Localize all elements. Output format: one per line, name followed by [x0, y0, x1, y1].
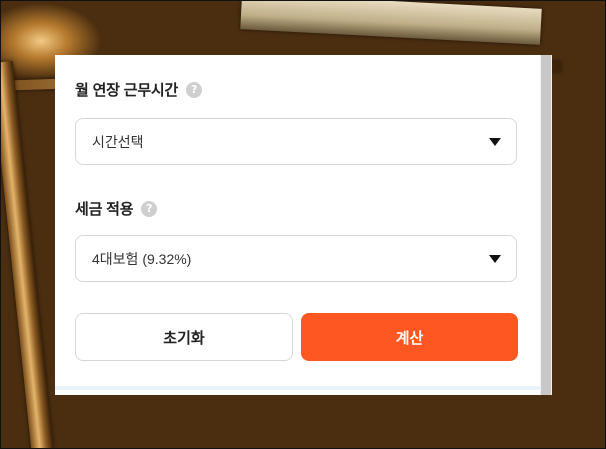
reset-button[interactable]: 초기화	[75, 313, 293, 361]
abacus-rod	[1, 60, 54, 448]
card-bottom-edge	[55, 386, 540, 390]
overtime-label: 월 연장 근무시간	[75, 82, 179, 99]
tax-type-value: 4대보험 (9.32%)	[92, 250, 192, 267]
screenshot-frame: 월 연장 근무시간 ? 시간선택 세금 적용 ? 4대보험 (9.32%) 초기…	[0, 0, 606, 449]
scrollbar-thumb[interactable]	[541, 55, 551, 395]
overtime-hours-value: 시간선택	[92, 133, 144, 150]
tax-label: 세금 적용	[75, 201, 134, 218]
help-question-icon[interactable]: ?	[186, 81, 203, 98]
abacus-frame-bar	[240, 1, 542, 45]
overtime-hours-select[interactable]: 시간선택	[75, 118, 517, 165]
help-question-icon[interactable]: ?	[141, 200, 158, 217]
calculate-button[interactable]: 계산	[301, 313, 518, 361]
caret-down-icon	[489, 137, 501, 146]
tax-label-row: 세금 적용 ?	[75, 198, 158, 219]
calculator-card: 월 연장 근무시간 ? 시간선택 세금 적용 ? 4대보험 (9.32%) 초기…	[55, 55, 540, 395]
caret-down-icon	[489, 254, 501, 263]
overtime-label-row: 월 연장 근무시간 ?	[75, 79, 203, 100]
vertical-scrollbar[interactable]	[540, 55, 552, 395]
tax-type-select[interactable]: 4대보험 (9.32%)	[75, 235, 517, 282]
